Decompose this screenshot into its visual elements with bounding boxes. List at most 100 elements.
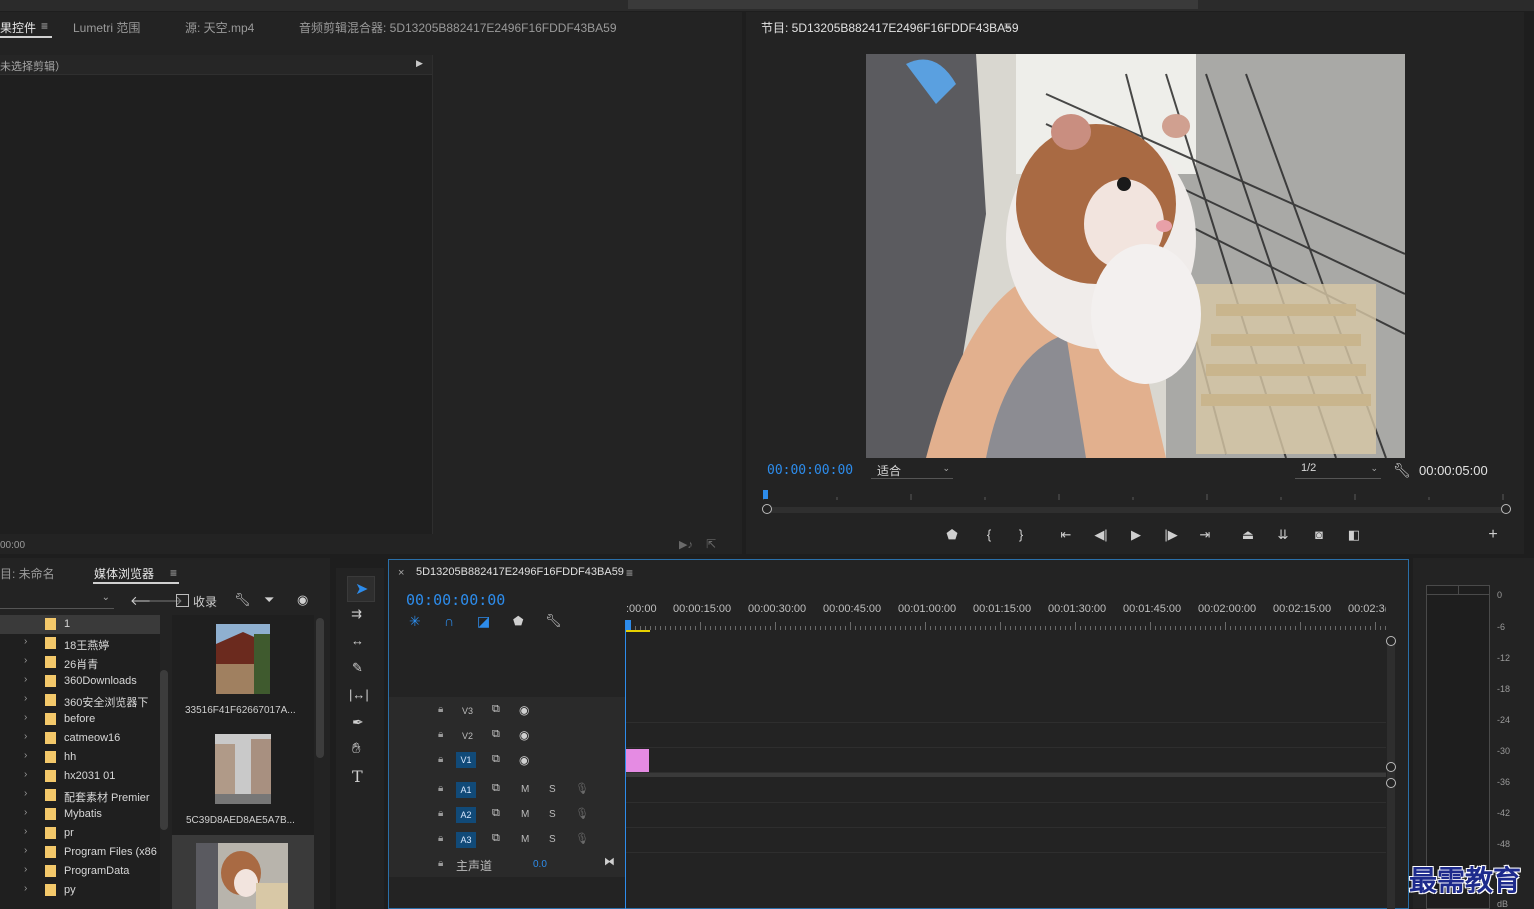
add-marker-icon[interactable]: ⬟: [943, 527, 961, 543]
list-item[interactable]: › hh: [0, 748, 160, 767]
folder-list-scrollbar[interactable]: [160, 670, 168, 830]
master-volume-value[interactable]: 0.0: [533, 859, 547, 870]
track-target-a1[interactable]: A1: [456, 782, 476, 798]
thumbnail-item[interactable]: 33516F41F62667017A...: [172, 615, 314, 723]
sync-lock-icon[interactable]: ⧉: [492, 832, 500, 845]
thumbnail-item[interactable]: [172, 835, 314, 909]
list-item[interactable]: › Program Files (x86: [0, 843, 160, 862]
timeline-settings-wrench-icon[interactable]: 🔧︎: [545, 613, 562, 629]
chevron-right-icon[interactable]: ›: [24, 693, 27, 704]
sync-lock-icon[interactable]: ⧉: [492, 703, 500, 716]
mark-out-icon[interactable]: }: [1012, 527, 1030, 543]
top-scroll-thumb[interactable]: [628, 0, 1198, 9]
lock-icon[interactable]: 🔒︎: [438, 754, 443, 765]
list-item[interactable]: › 18王燕婷: [0, 634, 160, 653]
sync-lock-icon[interactable]: ⧉: [492, 728, 500, 741]
settings-wrench-icon[interactable]: 🔧︎: [1393, 462, 1411, 479]
list-item[interactable]: › py: [0, 881, 160, 900]
program-current-timecode[interactable]: 00:00:00:00: [767, 463, 853, 478]
sequence-menu-icon[interactable]: ≡: [626, 566, 633, 580]
go-to-end-icon[interactable]: ⧓: [604, 855, 615, 868]
chevron-right-icon[interactable]: ›: [24, 788, 27, 799]
linked-selection-icon[interactable]: ∩: [444, 613, 454, 629]
add-button-icon[interactable]: +: [1484, 527, 1502, 543]
go-to-out-icon[interactable]: ⇥: [1196, 527, 1214, 543]
list-item[interactable]: › 360Downloads: [0, 672, 160, 691]
zoom-handle-right[interactable]: [1501, 504, 1511, 514]
eye-icon[interactable]: ◉: [519, 753, 529, 767]
list-item[interactable]: › ProgramData: [0, 862, 160, 881]
pen-tool-icon[interactable]: ✒: [352, 714, 364, 731]
mute-button[interactable]: M: [521, 809, 529, 820]
step-forward-icon[interactable]: |▶︎: [1162, 527, 1180, 543]
list-item[interactable]: › 360安全浏览器下: [0, 691, 160, 710]
list-item[interactable]: › before: [0, 710, 160, 729]
sync-lock-icon[interactable]: ⧉: [492, 753, 500, 766]
mute-button[interactable]: M: [521, 834, 529, 845]
thumbnail-scrollbar[interactable]: [316, 618, 324, 758]
export-icon[interactable]: ⇱: [706, 537, 716, 551]
sync-lock-icon[interactable]: ⧉: [492, 782, 500, 795]
program-mini-ruler[interactable]: [763, 490, 1509, 504]
add-marker-icon[interactable]: ⬟: [513, 614, 523, 628]
media-browser-menu-icon[interactable]: ≡: [170, 566, 177, 580]
sequence-tab[interactable]: 5D13205B882417E2496F16FDDF43BA59: [416, 566, 624, 578]
lock-icon[interactable]: 🔒︎: [438, 783, 443, 794]
chevron-right-icon[interactable]: ›: [24, 750, 27, 761]
mark-in-icon[interactable]: {: [980, 527, 998, 543]
microphone-icon[interactable]: 🎙︎: [575, 807, 589, 820]
tab-media-browser[interactable]: 媒体浏览器: [94, 565, 154, 582]
location-dropdown[interactable]: ⌄: [0, 592, 114, 609]
play-icon[interactable]: ▶︎: [1127, 527, 1145, 543]
close-sequence-icon[interactable]: ×: [398, 567, 404, 579]
fit-select[interactable]: 适合 ⌄: [871, 462, 953, 479]
snap-icon[interactable]: ✳: [409, 613, 421, 630]
eye-icon[interactable]: ◉: [519, 728, 529, 742]
chevron-right-icon[interactable]: ›: [24, 883, 27, 894]
tab-lumetri-scopes[interactable]: Lumetri 范围: [73, 19, 140, 36]
track-label-v3[interactable]: V3: [462, 706, 473, 716]
step-back-icon[interactable]: ◀︎|: [1092, 527, 1110, 543]
lock-icon[interactable]: 🔒︎: [438, 858, 443, 869]
insert-overwrite-icon[interactable]: ◪: [477, 613, 490, 630]
track-target-a3[interactable]: A3: [456, 832, 476, 848]
list-item[interactable]: › pr: [0, 824, 160, 843]
chevron-right-icon[interactable]: ›: [24, 731, 27, 742]
thumbnail-item[interactable]: 5C39D8AED8AE5A7B...: [172, 725, 314, 833]
chevron-right-icon[interactable]: ›: [24, 826, 27, 837]
hand-tool-icon[interactable]: ✋︎: [352, 740, 361, 757]
favorite-checkbox[interactable]: [176, 594, 189, 607]
timeline-vertical-scrollbar[interactable]: [1387, 640, 1395, 909]
program-zoom-bar[interactable]: [767, 507, 1506, 513]
expand-arrow-icon[interactable]: ▶: [416, 58, 423, 69]
track-target-a2[interactable]: A2: [456, 807, 476, 823]
track-select-tool-icon[interactable]: ⇉: [351, 606, 362, 622]
list-item[interactable]: › 26肖青: [0, 653, 160, 672]
sync-lock-icon[interactable]: ⧉: [492, 807, 500, 820]
filter-clip-icon[interactable]: ▶♪: [679, 538, 693, 551]
track-label-v2[interactable]: V2: [462, 731, 473, 741]
slip-tool-icon[interactable]: |↔|: [349, 687, 369, 702]
go-to-in-icon[interactable]: ⇤: [1057, 527, 1075, 543]
chevron-right-icon[interactable]: ›: [24, 864, 27, 875]
tab-effect-controls[interactable]: 果控件: [0, 19, 36, 36]
microphone-icon[interactable]: 🎙︎: [575, 782, 589, 795]
settings-wrench-icon[interactable]: 🔧︎: [234, 592, 251, 608]
lift-icon[interactable]: ⏏︎: [1239, 527, 1257, 543]
scroll-handle-icon[interactable]: [1386, 636, 1396, 646]
lock-icon[interactable]: 🔒︎: [438, 704, 443, 715]
timeline-timecode[interactable]: 00:00:00:00: [406, 591, 505, 609]
eye-icon[interactable]: ◉: [519, 703, 529, 717]
chevron-right-icon[interactable]: ›: [24, 636, 27, 647]
list-item[interactable]: › 配套素材 Premier: [0, 786, 160, 805]
list-item[interactable]: › hx2031 01: [0, 767, 160, 786]
solo-button[interactable]: S: [549, 784, 556, 795]
export-frame-camera-icon[interactable]: ◙: [1310, 527, 1328, 543]
extract-icon[interactable]: ⇊: [1274, 527, 1292, 543]
razor-tool-icon[interactable]: ✎: [352, 660, 363, 676]
lock-icon[interactable]: 🔒︎: [438, 808, 443, 819]
filter-icon[interactable]: ⏷: [264, 592, 274, 608]
list-item[interactable]: 1: [0, 615, 160, 634]
solo-button[interactable]: S: [549, 834, 556, 845]
comparison-view-icon[interactable]: ◧: [1345, 527, 1363, 543]
